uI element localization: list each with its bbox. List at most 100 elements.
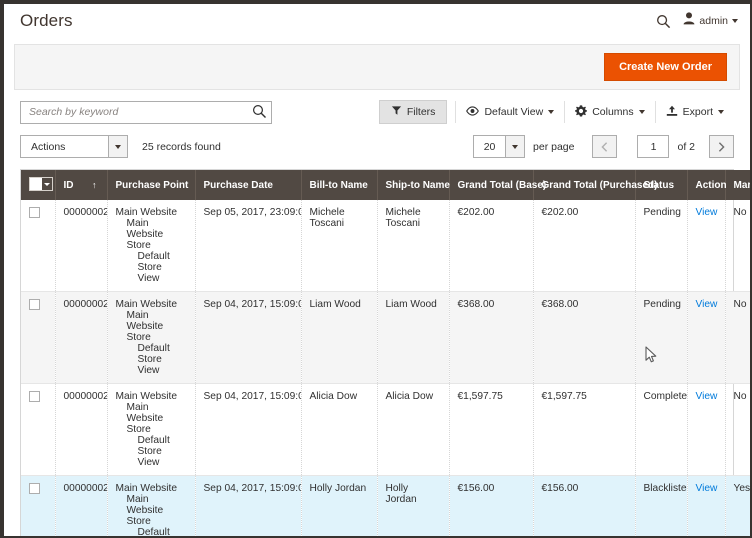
row-checkbox[interactable] [29,207,40,218]
cell-bill-to-name: Holly Jordan [301,475,378,536]
records-found-text: 25 records found [142,140,221,153]
next-page-button[interactable] [709,135,734,158]
per-page-dropdown[interactable]: 20 [473,135,526,158]
funnel-icon [391,105,402,119]
table-row[interactable]: 000000025Main WebsiteMain Website StoreD… [21,200,750,292]
view-order-link[interactable]: View [696,299,718,310]
select-all-header [21,170,56,200]
purchase-point-view: Default Store View [137,343,170,376]
purchase-point-website: Main Website [115,299,178,310]
sort-asc-icon: ↑ [92,179,97,190]
actions-label: Actions [31,140,66,153]
cell-status: Pending [635,200,688,292]
previous-page-button[interactable] [592,135,618,158]
cell-grand-total-purchased: €156.00 [533,475,636,536]
cell-purchase-date: Sep 04, 2017, 15:09:00 PM [195,383,302,476]
column-header-purchase-point[interactable]: Purchase Point [107,170,196,200]
column-header-grand-total-purchased[interactable]: Grand Total (Purchased) [533,170,657,200]
cell-grand-total-base: €368.00 [449,291,534,384]
table-row[interactable]: 000000024Main WebsiteMain Website StoreD… [21,291,750,384]
column-header-purchase-date[interactable]: Purchase Date [195,170,302,200]
purchase-point-website: Main Website [115,483,178,494]
orders-table: ID ↑ Purchase Point Purchase Date Bill-t… [21,170,750,538]
cell-purchase-point: Main WebsiteMain Website StoreDefault St… [107,291,196,384]
export-label: Export [682,106,713,118]
chevron-down-icon [732,19,738,23]
cell-marked: Yes [725,475,750,536]
table-row[interactable]: 000000022Main WebsiteMain Website StoreD… [21,475,750,538]
column-header-bill-to-name[interactable]: Bill-to Name [301,170,378,200]
cell-action: View [687,475,726,536]
cell-ship-to-name: Holly Jordan [377,475,450,536]
purchase-point-view: Default Store View [137,435,170,468]
cell-bill-to-name: Liam Wood [301,291,378,384]
checkbox-dropdown-icon[interactable] [29,177,53,191]
grid-toolbar: Filters Default View [20,100,734,124]
header-row: ID ↑ Purchase Point Purchase Date Bill-t… [21,170,750,200]
cell-status: Blacklisted [635,475,688,536]
upload-icon [666,105,678,120]
gear-icon [575,104,588,120]
search-field-wrap [20,100,272,124]
purchase-point-website: Main Website [115,207,178,218]
cell-purchase-point: Main WebsiteMain Website StoreDefault St… [107,200,196,292]
row-checkbox[interactable] [29,483,40,494]
purchase-point-view: Default Store View [137,527,170,538]
default-view-dropdown[interactable]: Default View [455,101,564,123]
search-submit-icon[interactable] [251,104,267,120]
column-header-marked[interactable]: Marked [725,170,750,200]
view-order-link[interactable]: View [696,391,718,402]
cell-purchase-point: Main WebsiteMain Website StoreDefault St… [107,475,196,538]
export-dropdown[interactable]: Export [654,101,734,123]
chevron-down-icon [108,136,127,157]
cell-marked: No [725,383,750,476]
row-checkbox[interactable] [29,299,40,310]
create-new-order-button[interactable]: Create New Order [604,52,727,82]
search-input[interactable] [20,100,272,124]
header-actions: admin [656,12,738,30]
per-page-value: 20 [483,140,496,153]
purchase-point-website: Main Website [115,391,178,402]
table-row[interactable]: 000000023Main WebsiteMain Website StoreD… [21,383,750,476]
cell-purchase-date: Sep 04, 2017, 15:09:00 PM [195,291,302,384]
cell-ship-to-name: Michele Toscani [377,200,450,292]
user-menu[interactable]: admin [683,12,738,30]
cell-id: 000000024 [55,291,108,384]
pagination: 20 per page of 2 [473,135,734,158]
grid-subtoolbar: Actions 25 records found 20 per page of … [20,135,734,158]
columns-dropdown[interactable]: Columns [564,101,654,123]
cell-id: 000000023 [55,383,108,476]
user-icon [683,12,695,30]
column-header-id[interactable]: ID ↑ [55,170,108,200]
cell-purchase-point: Main WebsiteMain Website StoreDefault St… [107,383,196,476]
page-header: Orders admin [4,4,750,38]
cell-purchase-date: Sep 05, 2017, 23:09:00 PM [195,200,302,292]
column-label: ID [63,179,74,191]
table-body: 000000025Main WebsiteMain Website StoreD… [21,200,750,538]
actions-dropdown[interactable]: Actions [20,135,128,158]
cell-marked: No [725,291,750,384]
cell-action: View [687,383,726,476]
cell-status: Pending [635,291,688,384]
filters-button[interactable]: Filters [378,100,448,124]
eye-icon [466,105,480,119]
cell-status: Complete [635,383,688,476]
chevron-right-icon [718,141,725,152]
column-header-grand-total-base[interactable]: Grand Total (Base) [449,170,546,200]
search-icon[interactable] [656,14,671,29]
per-page-label: per page [533,140,575,153]
filters-label: Filters [406,106,436,118]
purchase-point-view: Default Store View [137,251,170,284]
chevron-down-icon [638,110,645,114]
grid-toolbar-controls: Filters Default View Columns Export [378,100,734,124]
cell-grand-total-purchased: €1,597.75 [533,383,636,476]
row-checkbox[interactable] [29,391,40,402]
view-order-link[interactable]: View [696,207,718,218]
column-header-ship-to-name[interactable]: Ship-to Name [377,170,450,200]
page-number-input[interactable] [637,135,670,158]
column-header-action: Action [687,170,727,200]
row-checkbox-cell [21,291,56,384]
user-name: admin [699,15,728,27]
view-order-link[interactable]: View [696,483,718,494]
cell-id: 000000025 [55,200,108,292]
